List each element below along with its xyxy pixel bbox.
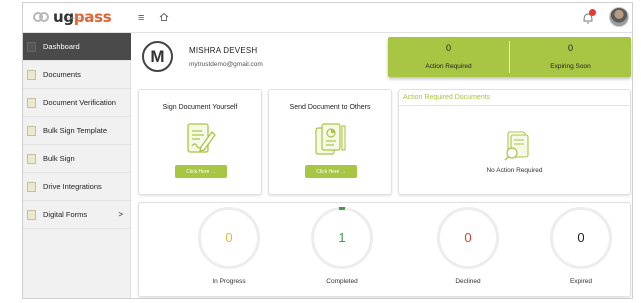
in-progress-label: In Progress [212, 278, 246, 285]
expired-ring[interactable]: 0 [550, 207, 612, 269]
app-window: ugpass EMPOWERING TRUST ≡ Dashboard Docu… [22, 2, 633, 299]
stat-value: 0 [567, 43, 573, 53]
profile-initial-avatar: M [142, 41, 173, 72]
sidebar-item-label: Document Verification [43, 98, 116, 107]
sidebar-item-label: Dashboard [43, 42, 80, 51]
notification-badge [589, 9, 596, 16]
stat-value: 0 [445, 43, 451, 53]
sidebar-item-documents[interactable]: Documents [23, 61, 131, 89]
sidebar-item-document-verification[interactable]: Document Verification [23, 89, 131, 117]
template-icon [27, 125, 36, 136]
empty-state-text: No Action Required [486, 167, 543, 174]
logo-icon [33, 9, 51, 25]
card-title: Action Required Documents [403, 94, 491, 101]
in-progress-ring[interactable]: 0 [198, 207, 260, 269]
send-documents-icon [315, 123, 346, 155]
stat-expiring-soon[interactable]: 0 Expiring Soon [510, 37, 631, 77]
declined-label: Declined [455, 278, 481, 285]
drive-icon [27, 181, 36, 192]
profile-email: mytrustdemo@gmail.com [189, 61, 263, 68]
sidebar-item-label: Digital Forms [43, 210, 88, 219]
sign-yourself-card: Sign Document Yourself Click Here → [138, 89, 262, 195]
main-content: M MISHRA DEVESH mytrustdemo@gmail.com 0 … [132, 33, 632, 298]
declined-ring[interactable]: 0 [437, 207, 499, 269]
sidebar-item-dashboard[interactable]: Dashboard [23, 33, 131, 61]
expired-label: Expired [569, 278, 593, 285]
sidebar-item-label: Bulk Sign [43, 154, 75, 163]
verification-icon [27, 97, 36, 108]
action-required-card: Action Required Documents No Action Requ… [398, 89, 631, 195]
card-title: Send Document to Others [289, 104, 371, 111]
stats-panel: 0 Action Required 0 Expiring Soon [388, 37, 631, 77]
declined-count: 0 [464, 230, 472, 245]
card-title: Sign Document Yourself [162, 104, 238, 111]
documents-icon [27, 69, 36, 80]
send-others-button[interactable]: Click Here → [305, 165, 357, 178]
menu-icon[interactable]: ≡ [138, 13, 144, 24]
profile-header: M MISHRA DEVESH mytrustdemo@gmail.com [138, 37, 388, 82]
divider [399, 105, 630, 106]
forms-icon [27, 209, 36, 220]
in-progress-count: 0 [225, 230, 233, 245]
profile-name: MISHRA DEVESH [189, 46, 258, 55]
stat-label: Action Required [425, 63, 472, 70]
sidebar-item-digital-forms[interactable]: Digital Forms > [23, 201, 131, 229]
completed-label: Completed [326, 278, 358, 285]
sign-yourself-button[interactable]: Click Here → [175, 165, 227, 178]
sidebar-item-label: Bulk Sign Template [43, 126, 108, 135]
sidebar-item-bulk-sign-template[interactable]: Bulk Sign Template [23, 117, 131, 145]
bell-icon[interactable] [581, 9, 596, 25]
completed-ring[interactable]: 1 [311, 207, 373, 269]
expired-count: 0 [577, 230, 585, 245]
brand-tagline: EMPOWERING TRUST [67, 16, 99, 20]
search-document-icon [504, 131, 529, 161]
sidebar: Dashboard Documents Document Verificatio… [23, 33, 131, 298]
stat-action-required[interactable]: 0 Action Required [388, 37, 509, 77]
sidebar-item-drive-integrations[interactable]: Drive Integrations [23, 173, 131, 201]
sidebar-item-label: Documents [43, 70, 81, 79]
dashboard-icon [27, 41, 36, 52]
user-avatar[interactable] [609, 7, 629, 27]
chevron-right-icon: > [118, 210, 123, 219]
completed-count: 1 [338, 230, 346, 245]
sign-document-icon [187, 123, 216, 153]
stat-label: Expiring Soon [550, 63, 591, 70]
send-others-card: Send Document to Others Click Here → [268, 89, 392, 195]
bulk-sign-icon [27, 153, 36, 164]
sidebar-item-bulk-sign[interactable]: Bulk Sign [23, 145, 131, 173]
home-icon[interactable] [159, 12, 169, 22]
sidebar-item-label: Drive Integrations [43, 182, 102, 191]
top-bar: ugpass EMPOWERING TRUST ≡ [23, 3, 632, 33]
